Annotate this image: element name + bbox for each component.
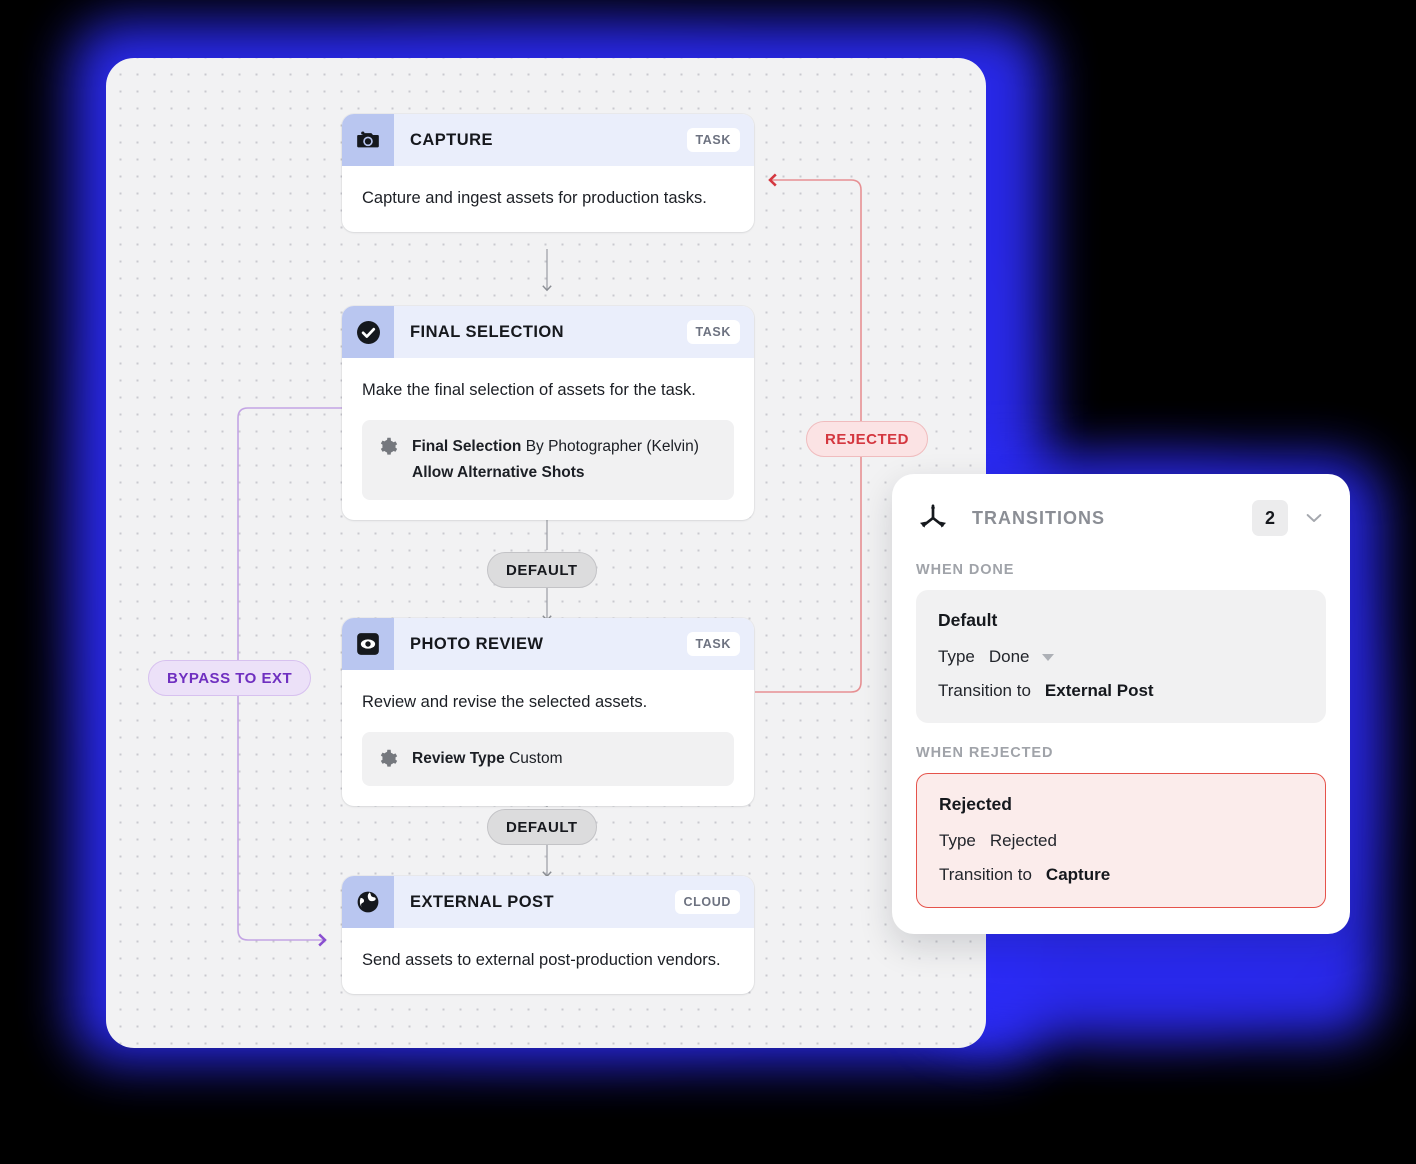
- node-description: Make the final selection of assets for t…: [362, 381, 696, 399]
- node-description: Review and revise the selected assets.: [362, 693, 648, 711]
- transition-type-row[interactable]: Type Rejected: [939, 831, 1303, 851]
- node-type-badge: TASK: [686, 128, 740, 152]
- transition-type-value: Rejected: [989, 831, 1057, 850]
- node-header: EXTERNAL POST CLOUD: [342, 876, 754, 928]
- property-value: Custom: [509, 750, 563, 767]
- node-body: Review and revise the selected assets. R…: [342, 670, 754, 806]
- transitions-panel-header[interactable]: TRANSITIONS 2: [916, 496, 1326, 540]
- edge-label-rejected[interactable]: REJECTED: [806, 421, 929, 457]
- transition-target-label: Transition to: [938, 681, 1031, 700]
- transition-type-label: Type: [939, 831, 976, 850]
- transitions-panel: TRANSITIONS 2 WHEN DONE Default Type Don…: [892, 474, 1350, 934]
- node-type-badge: TASK: [686, 632, 740, 656]
- eye-icon: [342, 618, 394, 670]
- transition-card-default[interactable]: Default Type Done Transition to External…: [916, 590, 1326, 723]
- node-capture[interactable]: CAPTURE TASK Capture and ingest assets f…: [342, 114, 754, 232]
- camera-icon: [342, 114, 394, 166]
- transition-target-row[interactable]: Transition to Capture: [939, 865, 1303, 885]
- node-body: Capture and ingest assets for production…: [342, 166, 754, 232]
- node-body: Send assets to external post-production …: [342, 928, 754, 994]
- check-circle-icon: [342, 306, 394, 358]
- node-header: PHOTO REVIEW TASK: [342, 618, 754, 670]
- node-header: CAPTURE TASK: [342, 114, 754, 166]
- transitions-count-badge: 2: [1252, 500, 1288, 536]
- edge-label-bypass[interactable]: BYPASS TO EXT: [148, 660, 312, 696]
- node-type-badge: TASK: [686, 320, 740, 344]
- globe-icon: [342, 876, 394, 928]
- property-extra: Allow Alternative Shots: [412, 464, 585, 481]
- node-type-badge: CLOUD: [674, 890, 740, 914]
- transitions-panel-title: TRANSITIONS: [972, 507, 1106, 528]
- gear-icon: [380, 749, 398, 767]
- transition-target-value: External Post: [1044, 681, 1154, 700]
- section-label-when-done: WHEN DONE: [916, 562, 1015, 578]
- node-property-row[interactable]: Review Type Custom: [362, 732, 734, 786]
- node-title: PHOTO REVIEW: [410, 634, 544, 653]
- transition-card-rejected[interactable]: Rejected Type Rejected Transition to Cap…: [916, 773, 1326, 908]
- section-label-when-rejected: WHEN REJECTED: [916, 745, 1054, 761]
- branch-icon: [919, 504, 947, 528]
- chevron-down-icon[interactable]: [1302, 506, 1326, 530]
- property-text: Final Selection By Photographer (Kelvin)…: [412, 434, 699, 486]
- node-property-row[interactable]: Final Selection By Photographer (Kelvin)…: [362, 420, 734, 500]
- edge-label-default-2[interactable]: DEFAULT: [487, 809, 597, 845]
- property-text: Review Type Custom: [412, 746, 562, 772]
- gear-icon: [380, 437, 398, 455]
- edge-label-default-1[interactable]: DEFAULT: [487, 552, 597, 588]
- property-label: Final Selection: [412, 438, 522, 455]
- node-description: Capture and ingest assets for production…: [362, 189, 707, 207]
- node-external-post[interactable]: EXTERNAL POST CLOUD Send assets to exter…: [342, 876, 754, 994]
- node-description: Send assets to external post-production …: [362, 951, 721, 969]
- node-header: FINAL SELECTION TASK: [342, 306, 754, 358]
- node-final-selection[interactable]: FINAL SELECTION TASK Make the final sele…: [342, 306, 754, 520]
- transition-name: Rejected: [939, 794, 1012, 814]
- property-value: By Photographer (Kelvin): [525, 438, 699, 455]
- node-title: FINAL SELECTION: [410, 322, 565, 341]
- transition-type-value: Done: [988, 647, 1030, 666]
- transition-target-label: Transition to: [939, 865, 1032, 884]
- node-body: Make the final selection of assets for t…: [342, 358, 754, 520]
- node-title: EXTERNAL POST: [410, 892, 554, 911]
- workflow-canvas[interactable]: CAPTURE TASK Capture and ingest assets f…: [106, 58, 986, 1048]
- node-title: CAPTURE: [410, 130, 493, 149]
- transition-target-row[interactable]: Transition to External Post: [938, 681, 1304, 701]
- transition-type-row[interactable]: Type Done: [938, 647, 1304, 667]
- transition-name: Default: [938, 610, 998, 630]
- dropdown-caret-icon[interactable]: [1041, 653, 1054, 661]
- screenshot-root: CAPTURE TASK Capture and ingest assets f…: [0, 0, 1416, 1164]
- transition-target-value: Capture: [1045, 865, 1111, 884]
- node-photo-review[interactable]: PHOTO REVIEW TASK Review and revise the …: [342, 618, 754, 806]
- transition-type-label: Type: [938, 647, 975, 666]
- property-label: Review Type: [412, 750, 505, 767]
